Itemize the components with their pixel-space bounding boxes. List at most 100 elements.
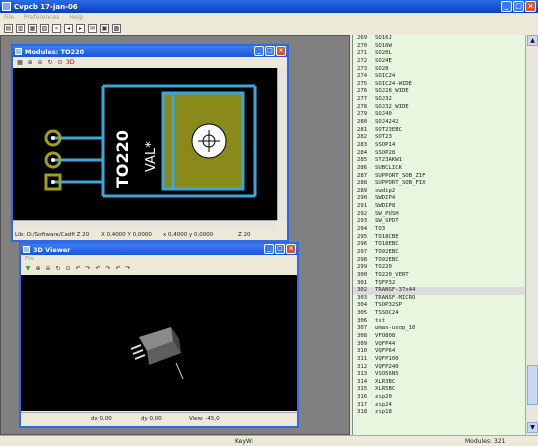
view-module-icon[interactable]: ▧	[40, 24, 49, 33]
module-close-button[interactable]: ×	[276, 46, 286, 56]
3d-view-icon[interactable]: 3D	[66, 59, 74, 67]
module-vscroll[interactable]	[277, 68, 287, 220]
list-item[interactable]: 278 SOJ32_WIDE	[353, 104, 525, 112]
list-item[interactable]: 304 TSOP32SP	[353, 302, 525, 310]
rotate-y-neg-icon[interactable]: ↷	[104, 265, 112, 273]
scroll-down-icon[interactable]: ▼	[527, 422, 538, 433]
list-item[interactable]: 270 SO16W	[353, 43, 525, 51]
list-item[interactable]: 309 VQFP44	[353, 341, 525, 349]
list-item[interactable]: 295 TO18CBE	[353, 234, 525, 242]
rotate-x-pos-icon[interactable]: ↶	[74, 265, 82, 273]
list-item[interactable]: 287 SUPPORT_SOB_ZIF	[353, 173, 525, 181]
3d-canvas[interactable]	[21, 275, 297, 411]
open-icon[interactable]: ▤	[4, 24, 13, 33]
list-item[interactable]: 274 SOIC24	[353, 73, 525, 81]
list-item[interactable]: 301 TQFP32	[353, 280, 525, 288]
list-item[interactable]: 284 SSOP28	[353, 150, 525, 158]
minimize-button[interactable]: _	[501, 1, 512, 12]
list-item[interactable]: 312 VQFP240	[353, 364, 525, 372]
rotate-y-pos-icon[interactable]: ↶	[94, 265, 102, 273]
list-item[interactable]: 305 TSSOC24	[353, 310, 525, 318]
module-window-title-bar[interactable]: Modules: TO220 _ □ ×	[13, 46, 287, 57]
list-item[interactable]: 302 TRANSF-37x44	[353, 287, 525, 295]
list-item[interactable]: 285 ST23AKW1	[353, 157, 525, 165]
list-item[interactable]: 289 swdip2	[353, 188, 525, 196]
scroll-up-icon[interactable]: ▲	[527, 35, 538, 46]
list-item[interactable]: 283 SSOP14	[353, 142, 525, 150]
redraw-icon[interactable]: ↻	[46, 59, 54, 67]
delete-icon[interactable]: ▣	[100, 24, 109, 33]
module-minimize-button[interactable]: _	[254, 46, 264, 56]
viewer-redraw-icon[interactable]: ↻	[54, 265, 62, 273]
list-item[interactable]: 300 TO220_VERT	[353, 272, 525, 280]
list-item[interactable]: 311 VQFP100	[353, 356, 525, 364]
list-item[interactable]: 276 SOJ28_WIDE	[353, 88, 525, 96]
list-item[interactable]: 310 VQFP64	[353, 348, 525, 356]
menu-preferences[interactable]: Preferences	[24, 14, 59, 21]
list-item[interactable]: 299 TO220	[353, 264, 525, 272]
zoom-out-icon[interactable]: ⊖	[36, 59, 44, 67]
list-item[interactable]: 277 SOJ32	[353, 96, 525, 104]
list-item[interactable]: 313 VSO56N5	[353, 371, 525, 379]
list-item[interactable]: 279 SOJ40	[353, 111, 525, 119]
list-vscroll[interactable]: ▲ ▼	[525, 35, 538, 435]
viewer-maximize-button[interactable]: □	[275, 244, 285, 254]
zoom-fit-icon[interactable]: ⊙	[56, 59, 64, 67]
grid-icon[interactable]: ▦	[16, 59, 24, 67]
list-item[interactable]: 272 SO24E	[353, 58, 525, 66]
first-icon[interactable]: «	[52, 24, 61, 33]
list-item[interactable]: 308 VFO808	[353, 333, 525, 341]
config-icon[interactable]: ▦	[28, 24, 37, 33]
list-item[interactable]: 275 SOIC24-WIDE	[353, 81, 525, 89]
list-item[interactable]: 269 SO16J	[353, 35, 525, 43]
module-hscroll[interactable]	[13, 220, 277, 229]
list-item[interactable]: 292 SW_PUSH	[353, 211, 525, 219]
list-item[interactable]: 282 SOT23	[353, 134, 525, 142]
viewer-title-bar[interactable]: 3D Viewer _ □ ×	[21, 244, 297, 255]
list-item[interactable]: 294 TO3	[353, 226, 525, 234]
viewer-zoom-out-icon[interactable]: ⊖	[44, 265, 52, 273]
list-item[interactable]: 288 SUPPORT_SOB_FIX	[353, 180, 525, 188]
viewer-minimize-button[interactable]: _	[264, 244, 274, 254]
find-icon[interactable]: ✉	[88, 24, 97, 33]
list-item[interactable]: 314 XLR3BC	[353, 379, 525, 387]
menu-file[interactable]: File	[4, 14, 14, 21]
module-maximize-button[interactable]: □	[265, 46, 275, 56]
maximize-button[interactable]: □	[513, 1, 524, 12]
module-canvas[interactable]: TO220 VAL*	[13, 68, 277, 220]
reload-icon[interactable]: ▼	[24, 265, 32, 273]
rotate-z-pos-icon[interactable]: ↶	[114, 265, 122, 273]
rotate-x-neg-icon[interactable]: ↷	[84, 265, 92, 273]
viewer-menu-file[interactable]: File	[21, 255, 297, 263]
doc-icon[interactable]: ▩	[112, 24, 121, 33]
list-item[interactable]: 280 SOJ4242	[353, 119, 525, 127]
viewer-zoom-fit-icon[interactable]: ⊙	[64, 265, 72, 273]
list-item[interactable]: 306 tst	[353, 318, 525, 326]
zoom-in-icon[interactable]: ⊕	[26, 59, 34, 67]
list-item[interactable]: 298 TO92EBC	[353, 257, 525, 265]
rotate-z-neg-icon[interactable]: ↷	[124, 265, 132, 273]
list-item[interactable]: 286 SUBCLICK	[353, 165, 525, 173]
viewer-zoom-in-icon[interactable]: ⊕	[34, 265, 42, 273]
list-item[interactable]: 315 XLR5BC	[353, 386, 525, 394]
prev-icon[interactable]: ◂	[64, 24, 73, 33]
list-item[interactable]: 303 TRANSF-MICRO	[353, 295, 525, 303]
next-icon[interactable]: ▸	[76, 24, 85, 33]
save-icon[interactable]: ▥	[16, 24, 25, 33]
list-item[interactable]: 297 TO92EBC	[353, 249, 525, 257]
list-item[interactable]: 316 zip20	[353, 394, 525, 402]
menu-help[interactable]: Help	[69, 14, 83, 21]
list-item[interactable]: 291 SWDIP8	[353, 203, 525, 211]
list-item[interactable]: 271 SO20L	[353, 50, 525, 58]
viewer-close-button[interactable]: ×	[286, 244, 296, 254]
list-item[interactable]: 281 SOT23EBC	[353, 127, 525, 135]
list-item[interactable]: 273 SO28	[353, 66, 525, 74]
list-item[interactable]: 293 SW_SPDT	[353, 218, 525, 226]
close-button[interactable]: ×	[525, 1, 536, 12]
list-item[interactable]: 290 SWDIP4	[353, 195, 525, 203]
list-item[interactable]: 296 TO18EBC	[353, 241, 525, 249]
list-item[interactable]: 307 umax-usop_10	[353, 325, 525, 333]
list-item[interactable]: 317 zip24	[353, 402, 525, 410]
scroll-thumb[interactable]	[527, 365, 538, 405]
list-item[interactable]: 318 zip18	[353, 409, 525, 417]
